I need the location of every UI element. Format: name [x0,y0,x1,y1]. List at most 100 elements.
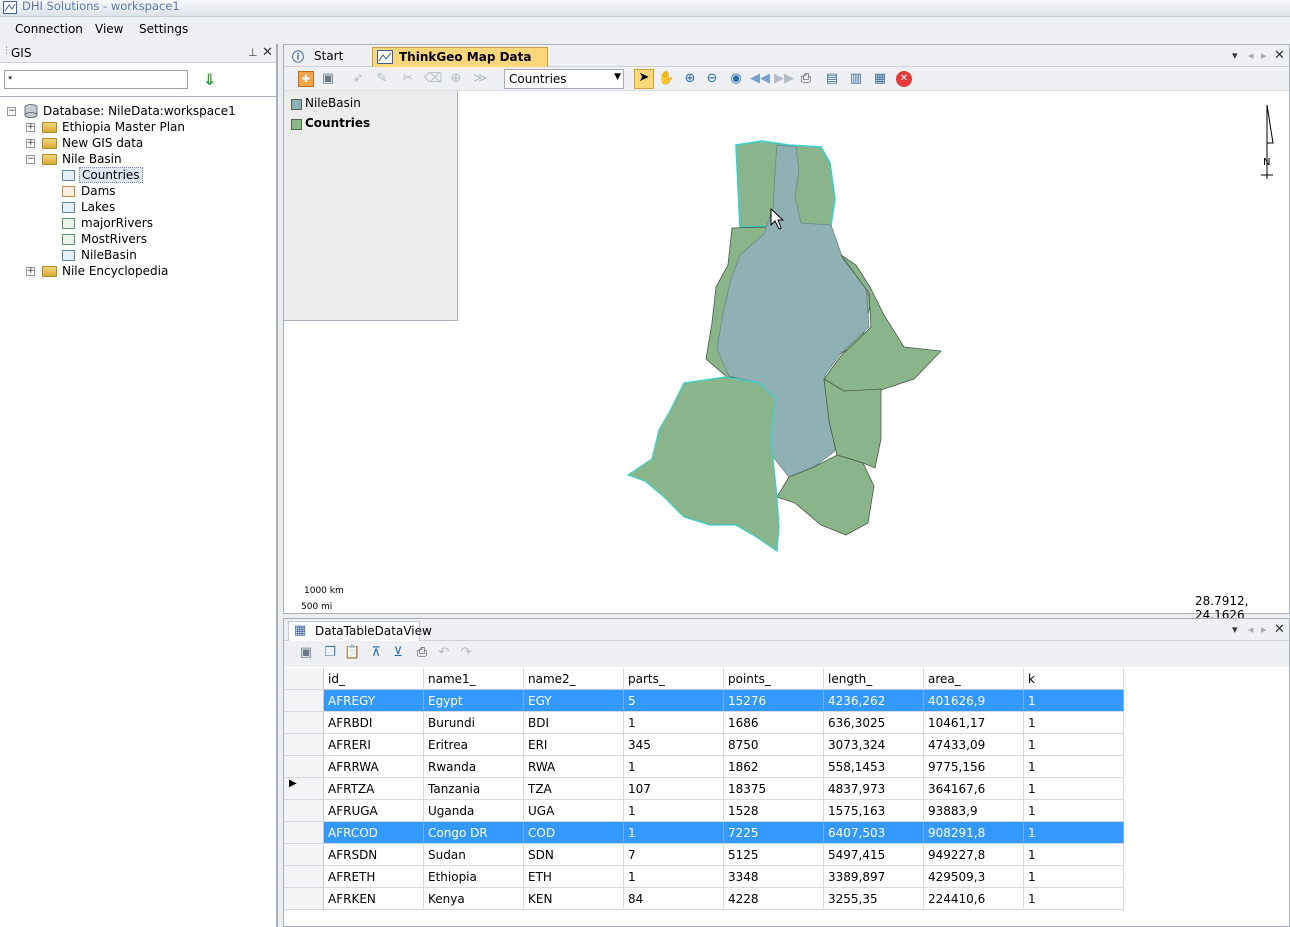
table-cell[interactable]: Eritrea [424,734,524,756]
redo-icon[interactable]: ↷ [458,645,474,661]
copy-icon[interactable]: ❐ [322,645,338,661]
table-cell[interactable]: 4236,262 [824,690,924,712]
table-row[interactable]: AFRETH Ethiopia ETH 1 3348 3389,897 429509,3 1 [284,866,1124,888]
undo-icon[interactable]: ↶ [436,645,452,661]
tree-item-lakes[interactable]: Lakes [0,199,270,215]
table-cell[interactable]: 8750 [724,734,824,756]
table-cell[interactable]: 6407,503 [824,822,924,844]
table-row[interactable]: ▶ AFRTZA Tanzania TZA 107 18375 4837,973 364167… [284,778,1124,800]
table-row[interactable]: AFRKEN Kenya KEN 84 4228 3255,35 224410,6 1 [284,888,1124,910]
table-cell[interactable]: 345 [624,734,724,756]
close-icon[interactable]: ✕ [1274,48,1285,63]
table-cell[interactable]: 224410,6 [924,888,1024,910]
tree-folder-ethiopia-master-plan[interactable]: + Ethiopia Master Plan [0,119,270,135]
column-header[interactable]: length_ [824,668,924,690]
country-kenya[interactable] [823,378,882,469]
legend-item-nilebasin[interactable]: NileBasin [291,96,361,110]
row-header[interactable] [284,668,324,690]
table-cell[interactable]: 949227,8 [924,844,1024,866]
tree-folder-nile-basin[interactable]: − Nile Basin [0,151,270,167]
table-cell[interactable]: AFRRWA [324,756,424,778]
column-header[interactable]: parts_ [624,668,724,690]
collapse-icon[interactable]: − [7,107,16,116]
row-header[interactable] [284,866,324,888]
table-cell[interactable]: 5 [624,690,724,712]
table-cell[interactable]: Congo DR [424,822,524,844]
close-icon[interactable]: ✕ [1274,622,1285,637]
table-cell[interactable]: 47433,09 [924,734,1024,756]
country-congo-dr[interactable] [626,376,780,553]
table-row[interactable]: AFRBDI Burundi BDI 1 1686 636,3025 10461,17 1 [284,712,1124,734]
table-cell[interactable]: KEN [524,888,624,910]
table-cell[interactable]: 7 [624,844,724,866]
save-icon[interactable]: ▣ [320,71,336,87]
table-cell[interactable]: 1 [1024,734,1124,756]
column-header[interactable]: area_ [924,668,1024,690]
table-cell[interactable]: 401626,9 [924,690,1024,712]
layer-props-icon[interactable]: ▤ [824,71,840,87]
table-cell[interactable]: 4837,973 [824,778,924,800]
column-header[interactable]: points_ [724,668,824,690]
table-cell[interactable]: 429509,3 [924,866,1024,888]
pan-hand-icon[interactable]: ✋ [658,71,674,87]
column-header[interactable]: name2_ [524,668,624,690]
gis-search-input[interactable] [4,70,188,89]
table-cell[interactable]: 4228 [724,888,824,910]
table-cell[interactable]: 3389,897 [824,866,924,888]
table-row[interactable]: AFREGY Egypt EGY 5 15276 4236,262 401626,9 1 [284,690,1124,712]
menu-view[interactable]: View [95,22,123,36]
table-cell[interactable]: 5125 [724,844,824,866]
scroll-left-icon[interactable]: ◂ [1248,623,1254,636]
table-cell[interactable]: AFRTZA [324,778,424,800]
select-tool-icon[interactable]: ➶ [350,71,366,87]
download-arrow-icon[interactable]: ⇓ [203,70,216,89]
table-cell[interactable]: 636,3025 [824,712,924,734]
table-cell[interactable]: 93883,9 [924,800,1024,822]
table-cell[interactable]: 3255,35 [824,888,924,910]
new-icon[interactable]: ✚ [298,71,314,87]
table-cell[interactable]: BDI [524,712,624,734]
merge-icon[interactable]: ⊕ [448,71,464,87]
table-cell[interactable]: AFRBDI [324,712,424,734]
table-cell[interactable]: 1575,163 [824,800,924,822]
table-cell[interactable]: 1 [624,866,724,888]
tab-thinkgeo-map-data-view[interactable]: ThinkGeo Map Data View [372,47,548,82]
tab-datatabledataview[interactable]: ▦ DataTableDataView [288,621,432,641]
table-cell[interactable]: 1 [624,756,724,778]
table-cell[interactable]: 1 [1024,822,1124,844]
table-cell[interactable]: 1 [1024,888,1124,910]
print-icon[interactable]: ⎙ [414,645,430,661]
tree-item-dams[interactable]: Dams [0,183,270,199]
table-cell[interactable]: 9775,156 [924,756,1024,778]
edit-tool-icon[interactable]: ✎ [374,71,390,87]
tree-item-major-rivers[interactable]: majorRivers [0,215,270,231]
table-row[interactable]: AFRUGA Uganda UGA 1 1528 1575,163 93883,9 1 [284,800,1124,822]
table-cell[interactable]: AFRETH [324,866,424,888]
expand-icon[interactable]: + [26,139,35,148]
table-cell[interactable]: AFRERI [324,734,424,756]
table-cell[interactable]: 1528 [724,800,824,822]
table-cell[interactable]: 1 [1024,844,1124,866]
collapse-icon[interactable]: − [26,155,35,164]
table-cell[interactable]: ETH [524,866,624,888]
table-cell[interactable]: UGA [524,800,624,822]
full-extent-icon[interactable]: ◉ [728,71,744,87]
expand-icon[interactable]: + [26,123,35,132]
paste-icon[interactable]: 📋 [344,645,360,661]
tab-dropdown-icon[interactable]: ▾ [1232,623,1238,636]
pointer-tool-icon[interactable]: ➤ [634,69,654,89]
menu-connection[interactable]: Connection [15,22,83,36]
table-cell[interactable]: Ethiopia [424,866,524,888]
row-header[interactable] [284,844,324,866]
table-cell[interactable]: ERI [524,734,624,756]
table-row[interactable]: AFRCOD Congo DR COD 1 7225 6407,503 908291,8 1 [284,822,1124,844]
tree-folder-new-gis-data[interactable]: + New GIS data [0,135,270,151]
table-cell[interactable]: COD [524,822,624,844]
table-cell[interactable]: 107 [624,778,724,800]
table-cell[interactable]: 84 [624,888,724,910]
table-cell[interactable]: 1686 [724,712,824,734]
zoom-out-icon[interactable]: ⊖ [704,71,720,87]
row-header[interactable] [284,888,324,910]
erase-icon[interactable]: ⌫ [424,71,442,87]
column-header[interactable]: id_ [324,668,424,690]
